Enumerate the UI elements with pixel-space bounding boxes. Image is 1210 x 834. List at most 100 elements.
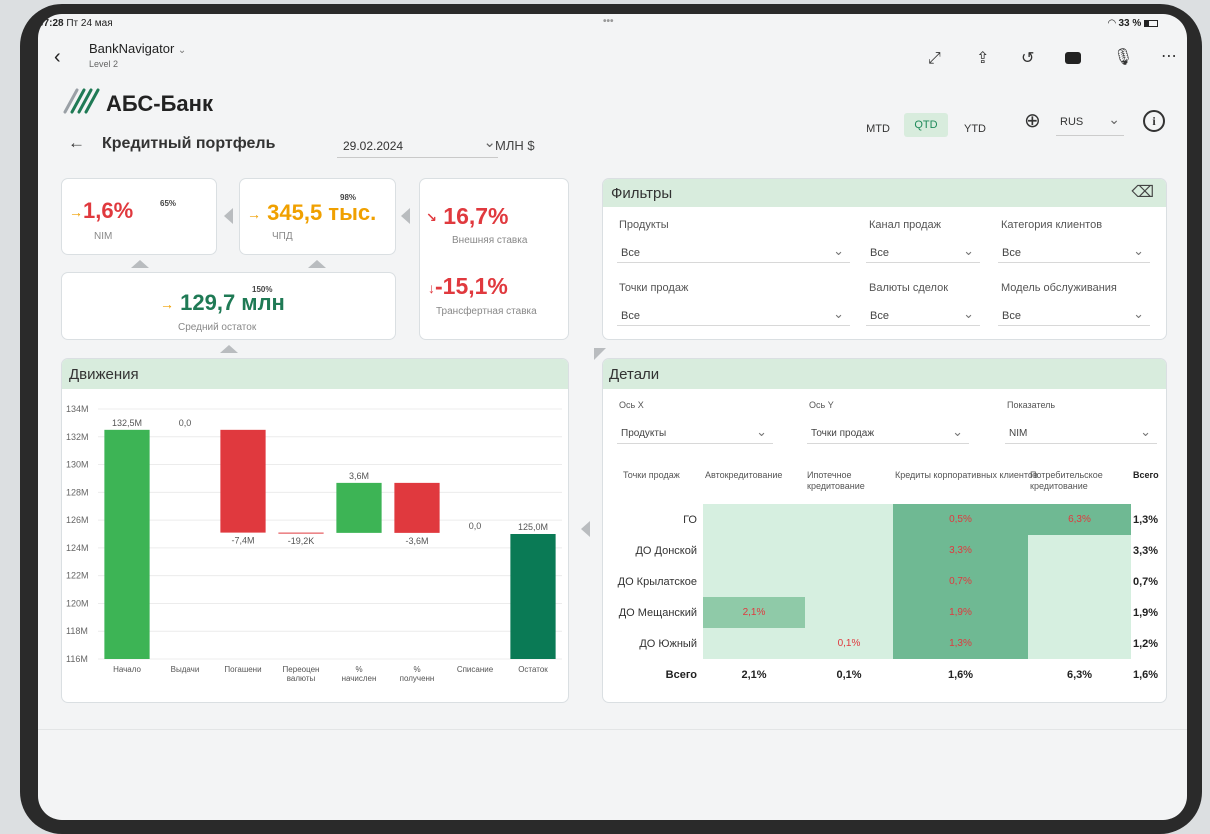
filters-title: Фильтры [611, 185, 673, 202]
filter-points-select[interactable]: Все ⌄ [617, 304, 850, 326]
heatmap-column-header: Кредиты корпоративных клиентов [895, 470, 1038, 480]
chevron-down-icon: ⌄ [1133, 243, 1144, 258]
heatmap-cell: 1,3% [893, 628, 1028, 659]
movements-panel: Движения 116M 118M 120M 122M 124M 126M 128M 130… [61, 358, 569, 703]
heatmap-row-label: ДО Донской [635, 545, 697, 557]
filter-products-select[interactable]: Все ⌄ [617, 241, 850, 263]
heatmap-cell: 0,1% [805, 628, 893, 659]
chevron-down-icon: ⌄ [1133, 306, 1144, 321]
heatmap-total-cell: 1,6% [947, 669, 974, 681]
waterfall-chart: 116M 118M 120M 122M 124M 126M 128M 130M 132M 134M… [66, 404, 562, 683]
axis-x-select[interactable]: Продукты ⌄ [617, 422, 773, 444]
kpi-chpd-label: ЧПД [272, 231, 293, 242]
multitask-dots[interactable]: ••• [603, 16, 614, 27]
eraser-icon[interactable]: ⌫ [1131, 182, 1154, 202]
details-panel: Детали Ось X Продукты ⌄ Ось Y Точки прода… [602, 358, 1167, 703]
movements-title: Движения [69, 366, 139, 383]
kpi-nim-pct: 65% [160, 199, 177, 208]
heatmap-cell [1028, 597, 1131, 628]
flow-up-arrow-icon [131, 260, 149, 268]
chevron-down-icon: ⌄ [963, 243, 974, 258]
filter-service-model-select[interactable]: Все ⌄ [998, 304, 1150, 326]
filter-label-points: Точки продаж [619, 282, 689, 294]
waterfall-bar [510, 534, 556, 659]
more-icon[interactable]: ⋯ [1161, 46, 1177, 66]
kpi-avg-card[interactable]: → 129,7 млн 150% Средний остаток [61, 272, 396, 340]
kpi-avg-pct: 150% [252, 285, 273, 294]
heatmap-column-header: Автокредитование [705, 470, 783, 480]
heatmap-cell: 0,5% [893, 504, 1028, 535]
filter-client-category-select[interactable]: Все ⌄ [998, 241, 1150, 263]
heatmap-cell [703, 504, 805, 535]
expand-icon[interactable]: ⤢ [928, 50, 941, 68]
period-qtd[interactable]: QTD [904, 113, 948, 137]
kpi-rates-card[interactable]: ↘ 16,7% Внешняя ставка ↓-15,1% Трансферт… [419, 178, 569, 340]
heatmap-row-label: ГО [683, 514, 697, 526]
filter-label-client-category: Категория клиентов [1001, 219, 1103, 231]
filters-panel: Фильтры ⌫ Продукты Все ⌄ Канал продаж Все… [602, 178, 1167, 340]
data-label: -7,4M [231, 536, 254, 546]
date-select[interactable]: 29.02.2024 ⌄ [337, 130, 498, 158]
filters-header: Фильтры ⌫ [603, 179, 1166, 207]
data-label: -3,6M [405, 536, 428, 546]
heatmap-column-header: Всего [1133, 470, 1159, 480]
kpi-arrow-icon: ↓ [428, 279, 435, 296]
waterfall-bar [336, 482, 382, 533]
heatmap-row-total: 1,3% [1133, 514, 1159, 526]
info-icon[interactable]: i [1143, 110, 1165, 132]
heatmap-row-total: 3,3% [1133, 545, 1159, 557]
heatmap-total-cell: 0,1% [836, 669, 862, 681]
metric-select[interactable]: NIM ⌄ [1005, 422, 1157, 444]
x-tick-label: Выдачи [171, 665, 200, 674]
heatmap-row-total: 1,9% [1133, 607, 1159, 619]
battery-status: ◠ 33 % [1108, 18, 1159, 29]
wifi-icon: ◠ [1108, 18, 1116, 29]
heatmap-cell [1028, 535, 1131, 566]
kpi-nim-value: 1,6% [83, 198, 134, 223]
chevron-down-icon: ⌄ [963, 306, 974, 321]
filter-label-channel: Канал продаж [869, 219, 942, 231]
y-tick-label: 122M [66, 571, 89, 581]
flow-left-arrow-icon [224, 208, 233, 224]
app-subtitle: Level 2 [89, 59, 119, 69]
kpi-transfer-value: -15,1% [435, 273, 508, 299]
app-title[interactable]: BankNavigator ⌄ [89, 41, 186, 56]
details-header: Детали [603, 359, 1166, 389]
flow-up-arrow-icon [220, 345, 238, 353]
filter-currency-select[interactable]: Все ⌄ [866, 304, 980, 326]
axis-y-select[interactable]: Точки продаж ⌄ [807, 422, 969, 444]
period-ytd[interactable]: YTD [953, 118, 997, 140]
undo-icon[interactable]: ↺ [1021, 48, 1034, 68]
comment-icon[interactable] [1065, 52, 1081, 64]
x-tick-label: Остаток [518, 665, 548, 674]
kpi-chpd-pct: 98% [340, 193, 357, 202]
x-tick-label: % [413, 665, 420, 674]
kpi-ext-value: 16,7% [443, 203, 509, 229]
back-chevron-icon[interactable]: ‹ [54, 46, 61, 69]
globe-icon[interactable]: ⊕ [1024, 108, 1041, 133]
data-label: 3,6M [349, 471, 369, 481]
x-tick-label: Списание [457, 665, 494, 674]
chevron-down-icon: ⌄ [833, 243, 844, 258]
back-arrow-icon[interactable]: ← [68, 133, 85, 153]
period-mtd[interactable]: MTD [856, 118, 900, 140]
heatmap-cell [703, 566, 805, 597]
share-icon[interactable]: ⇪ [976, 48, 989, 68]
waterfall-bar [278, 532, 324, 534]
language-select[interactable]: RUS ⌄ [1056, 111, 1124, 136]
kpi-chpd-card[interactable]: → 345,5 тыс. 98% ЧПД [239, 178, 396, 255]
filter-label-service-model: Модель обслуживания [1001, 282, 1117, 294]
brand-logo-icon [63, 88, 100, 114]
kpi-arrow-icon: ↘ [426, 209, 437, 225]
kpi-nim-card[interactable]: →1,6% 65% NIM [61, 178, 217, 255]
x-tick-label: валюты [287, 674, 316, 683]
heatmap-row-label: ДО Мещанский [618, 607, 697, 619]
heatmap-grand-total: 1,6% [1133, 669, 1159, 681]
details-heatmap: Точки продаж Автокредитование Ипотечное кр… [603, 464, 1166, 699]
filter-channel-select[interactable]: Все ⌄ [866, 241, 980, 263]
y-tick-label: 120M [66, 598, 89, 608]
kpi-avg-label: Средний остаток [178, 322, 257, 333]
heatmap-cell: 2,1% [703, 597, 805, 628]
microphone-icon[interactable]: 🎙 [1113, 47, 1133, 67]
heatmap-cell [805, 535, 893, 566]
